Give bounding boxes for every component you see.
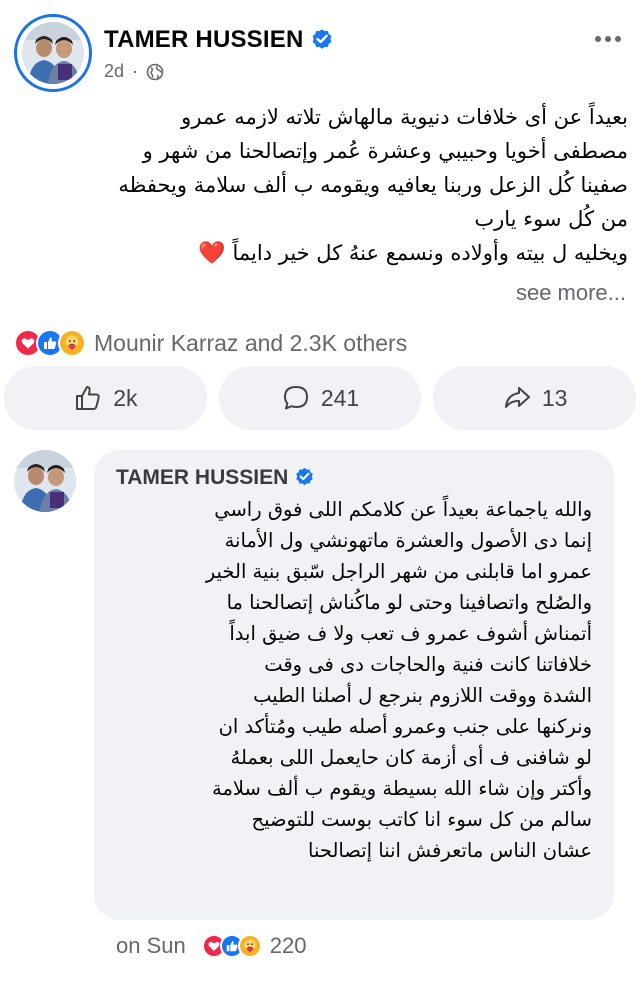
like-button[interactable]: 2k <box>4 366 207 430</box>
post-text: بعيداً عن أى خلافات دنيوية مالهاش تلاته … <box>20 100 628 271</box>
comment-author[interactable]: TAMER HUSSIEN <box>116 466 315 490</box>
comment-text-line: والله ياجماعة بعيداً عن كلامكم اللى فوق … <box>214 498 592 521</box>
more-horizontal-icon-dot <box>605 36 611 42</box>
comment-button[interactable]: 241 <box>218 366 422 430</box>
like-outline-icon <box>76 386 100 410</box>
more-horizontal-icon-dot <box>595 36 601 42</box>
comment-footer: on Sun 220 <box>116 928 306 964</box>
profile-avatar-ring[interactable] <box>14 14 92 92</box>
comment-reaction-count[interactable]: 220 <box>270 933 307 959</box>
comment-text-line: عمرو اما قابلنى من شهر الراجل سّبق بنية … <box>205 560 592 583</box>
comment-author-name[interactable]: TAMER HUSSIEN <box>116 466 288 489</box>
post-header: TAMER HUSSIEN 2d · <box>0 0 640 100</box>
post-text-line: من كُل سوء يارب <box>474 207 628 231</box>
avatar[interactable] <box>22 22 84 84</box>
verified-badge-icon <box>296 467 314 486</box>
post-text-line-with-heart: ويخليه ل بيته وأولاده ونسمع عنهُ كل خير … <box>20 236 628 271</box>
care-icon <box>58 329 86 357</box>
comment-text-line: خلافاتنا كانت فنية والحاجات دى فى وقت <box>264 653 592 676</box>
comment-text-line: لو شافنى ف أى أزمة كان حايعمل اللى بعمله… <box>230 746 592 769</box>
author-name[interactable]: TAMER HUSSIEN <box>104 26 334 54</box>
comment-time[interactable]: on Sun <box>116 933 186 959</box>
comment-text-line: سالم من كل سوء انا كاتب بوست للتوضيح <box>251 808 592 831</box>
post-text-line: ويخليه ل بيته وأولاده ونسمع عنهُ كل خير … <box>232 241 628 265</box>
meta-separator: · <box>132 61 139 81</box>
comment-text: والله ياجماعة بعيداً عن كلامكم اللى فوق … <box>110 494 592 866</box>
comment-bubble: TAMER HUSSIEN والله ياجماعة بعيداً عن كل… <box>94 450 614 920</box>
post-meta: 2d · <box>104 61 164 82</box>
comment-text-line: وأكتر وإن شاء الله بسيطة ويقوم ب ألف سلا… <box>211 777 592 800</box>
reactions-count-text[interactable]: Mounir Karraz and 2.3K others <box>94 330 407 357</box>
author-name-text[interactable]: TAMER HUSSIEN <box>104 26 304 53</box>
comment-avatar-image <box>14 450 76 512</box>
comment-outline-icon <box>283 386 308 410</box>
share-outline-icon <box>504 387 530 408</box>
avatar-image <box>22 22 84 84</box>
more-options-button[interactable] <box>590 24 626 54</box>
comment-text-line: إنما دى الأصول والعشرة ماتهونشي ول الأما… <box>224 529 592 552</box>
post-actions: 2k 241 13 <box>4 366 637 430</box>
post-text-line: مصطفى أخويا وحبيبي وعشرة عُمر وإتصالحنا … <box>142 139 628 163</box>
like-count: 2k <box>113 384 138 411</box>
share-count: 13 <box>541 384 568 411</box>
comment-text-line: أتمناش أشوف عمرو ف تعب ولا ف ضيق ابداً <box>229 622 592 645</box>
more-horizontal-icon-dot <box>615 36 621 42</box>
post-text-line: بعيداً عن أى خلافات دنيوية مالهاش تلاته … <box>181 105 628 129</box>
comment-text-line: عشان الناس ماتعرفش اننا إتصالحنا <box>308 839 592 862</box>
globe-icon[interactable] <box>146 63 164 81</box>
comment-text-line: الشدة ووقت اللازوم بنرجع ل أصلنا الطيب <box>253 684 592 707</box>
share-button[interactable]: 13 <box>433 366 637 430</box>
reactions-summary[interactable]: Mounir Karraz and 2.3K others <box>14 326 407 360</box>
verified-badge-icon <box>312 29 331 49</box>
post-time[interactable]: 2d <box>104 61 124 82</box>
comment-text-line: والصُلح واتصافينا وحتى لو ماكُناش إتصالح… <box>226 591 592 614</box>
heart-emoji-icon: ❤️ <box>198 241 226 266</box>
see-more-link[interactable]: see more... <box>516 280 626 306</box>
care-icon <box>237 934 262 958</box>
comment-avatar[interactable] <box>14 450 76 512</box>
comment-count: 241 <box>320 384 360 411</box>
post-text-line: صفينا كُل الزعل وربنا يعافيه ويقومه ب أل… <box>118 173 628 197</box>
comment-text-line: ونركنها على جنب وعمرو أصله طيب ومُتأكد ا… <box>218 715 592 738</box>
